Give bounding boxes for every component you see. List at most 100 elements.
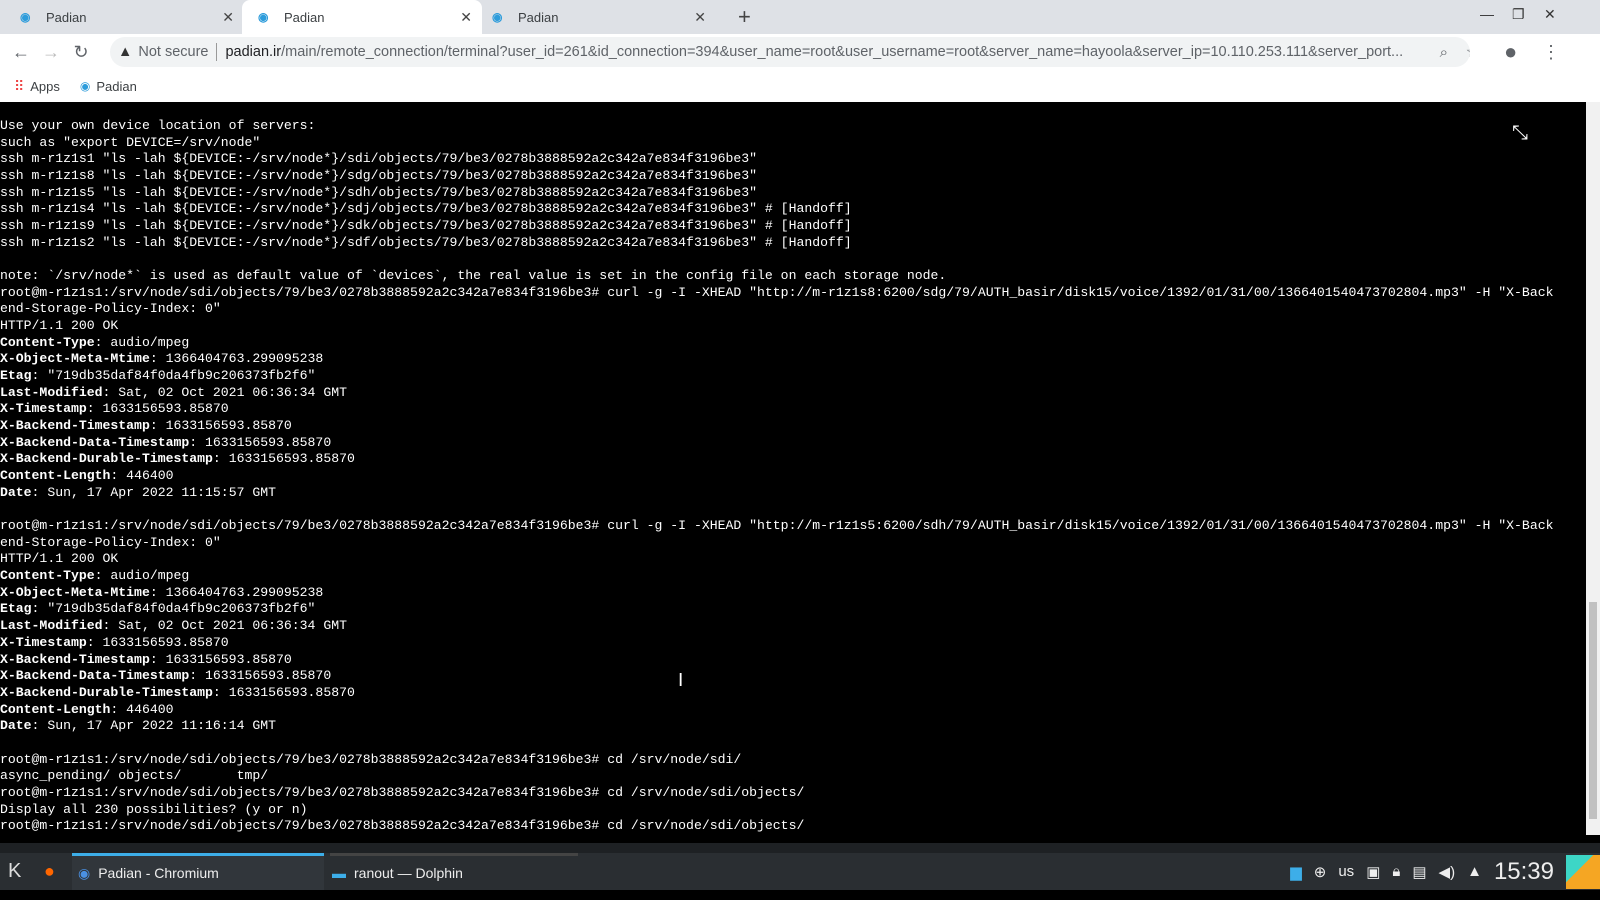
forward-button[interactable]: → — [36, 42, 66, 63]
taskbar-item-label: Padian - Chromium — [98, 865, 219, 881]
updates-icon[interactable]: ⊕ — [1314, 863, 1327, 881]
taskbar-item-label: ranout — Dolphin — [354, 865, 463, 881]
header-key: Content-Length — [0, 468, 111, 484]
terminal-line: X-Backend-Timestamp: 1633156593.85870 — [0, 418, 1553, 435]
terminal-text: ssh m-r1z1s5 "ls -lah ${DEVICE:-/srv/nod… — [0, 184, 758, 200]
firefox-icon[interactable]: ● — [44, 853, 55, 890]
terminal-text: HTTP/1.1 200 OK — [0, 551, 119, 567]
terminal-text: : 1633156593.85870 — [149, 651, 292, 667]
bookmark-apps[interactable]: Apps — [30, 79, 60, 94]
back-button[interactable]: ← — [6, 42, 36, 63]
terminal-text: Use your own device location of servers: — [0, 118, 316, 133]
clock[interactable]: 15:39 — [1494, 858, 1554, 886]
terminal-text: end-Storage-Policy-Index: 0" — [0, 301, 221, 317]
terminal-line: end-Storage-Policy-Index: 0" — [0, 535, 1553, 552]
terminal-text: : "719db35daf84f0da4fb9c206373fb2f6" — [31, 368, 316, 384]
terminal-line: root@m-r1z1s1:/srv/node/sdi/objects/79/b… — [0, 818, 1553, 835]
terminal-text: ssh m-r1z1s1 "ls -lah ${DEVICE:-/srv/nod… — [0, 151, 758, 167]
terminal-text: : 1633156593.85870 — [189, 434, 332, 450]
terminal-line: X-Object-Meta-Mtime: 1366404763.29909523… — [0, 351, 1553, 368]
terminal-text: : 1633156593.85870 — [212, 684, 355, 700]
header-key: Etag — [0, 368, 32, 384]
terminal-line: ssh m-r1z1s2 "ls -lah ${DEVICE:-/srv/nod… — [0, 235, 1553, 252]
header-key: X-Timestamp — [0, 401, 87, 417]
terminal-line: ssh m-r1z1s4 "ls -lah ${DEVICE:-/srv/nod… — [0, 201, 1553, 218]
menu-kebab-icon[interactable]: ⋮ — [1542, 42, 1560, 63]
header-key: Content-Type — [0, 568, 95, 584]
terminal[interactable]: Use your own device location of servers:… — [0, 102, 1586, 835]
close-window-button[interactable]: ✕ — [1544, 6, 1556, 23]
terminal-text: root@m-r1z1s1:/srv/node/sdi/objects/79/b… — [0, 784, 805, 800]
padian-favicon-icon: ◉ — [79, 79, 91, 93]
terminal-line: ssh m-r1z1s5 "ls -lah ${DEVICE:-/srv/nod… — [0, 185, 1553, 202]
terminal-text: : 1633156593.85870 — [212, 451, 355, 467]
show-desktop-button[interactable] — [1566, 854, 1600, 889]
minimize-window-button[interactable]: — — [1480, 6, 1494, 22]
terminal-text: : 1633156593.85870 — [86, 634, 229, 650]
terminal-line: X-Timestamp: 1633156593.85870 — [0, 635, 1553, 652]
padian-favicon-icon: ◉ — [20, 10, 31, 24]
scrollbar-thumb[interactable] — [1589, 602, 1597, 819]
header-key: Etag — [0, 601, 32, 617]
clipboard-icon[interactable]: ▤ — [1412, 863, 1426, 881]
terminal-scrollbar[interactable] — [1586, 102, 1600, 835]
tray-expand-icon[interactable]: ▲ — [1467, 863, 1482, 880]
address-bar[interactable]: ▲ Not secure padian.ir/main/remote_conne… — [110, 37, 1470, 67]
tab-padian-3[interactable]: ◉ Padian ✕ — [476, 0, 716, 34]
browser-toolbar: ← → ↻ ▲ Not secure padian.ir/main/remote… — [0, 34, 1600, 70]
zoom-icon[interactable]: ⌕ — [1440, 44, 1448, 61]
terminal-line: Content-Length: 446400 — [0, 468, 1553, 485]
terminal-text: : 1633156593.85870 — [86, 401, 229, 417]
close-tab-icon[interactable]: ✕ — [460, 9, 472, 26]
terminal-text: : 1633156593.85870 — [189, 668, 332, 684]
terminal-line: Last-Modified: Sat, 02 Oct 2021 06:36:34… — [0, 385, 1553, 402]
terminal-line: root@m-r1z1s1:/srv/node/sdi/objects/79/b… — [0, 752, 1553, 769]
terminal-line: end-Storage-Policy-Index: 0" — [0, 301, 1553, 318]
bookmark-star-icon[interactable]: ☆ — [1466, 42, 1470, 62]
terminal-line: Last-Modified: Sat, 02 Oct 2021 06:36:34… — [0, 618, 1553, 635]
new-tab-button[interactable]: + — [738, 4, 751, 30]
keyboard-layout[interactable]: us — [1338, 863, 1354, 880]
url-path: /main/remote_connection/terminal?user_id… — [281, 44, 1404, 60]
terminal-text: Display all 230 possibilities? (y or n) — [0, 801, 308, 817]
terminal-text: : 446400 — [110, 701, 174, 717]
tab-padian-2[interactable]: ◉ Padian ✕ — [242, 0, 482, 34]
header-key: X-Backend-Data-Timestamp — [0, 668, 190, 684]
profile-avatar-icon[interactable]: ● — [1504, 39, 1517, 65]
system-tray: ▆ ⊕ us ▣ 🔒︎ ▤ ◀) ▲ 15:39 — [1290, 853, 1600, 890]
lock-icon[interactable]: 🔒︎ — [1392, 863, 1400, 880]
notifications-icon[interactable]: ▆ — [1290, 863, 1302, 881]
close-tab-icon[interactable]: ✕ — [222, 9, 234, 26]
header-key: Last-Modified — [0, 618, 103, 634]
terminal-text: ssh m-r1z1s8 "ls -lah ${DEVICE:-/srv/nod… — [0, 168, 758, 184]
warning-icon: ▲ — [118, 44, 133, 60]
terminal-text: : 446400 — [110, 468, 174, 484]
taskbar-item-chromium[interactable]: ◉ Padian - Chromium — [72, 853, 324, 890]
reload-button[interactable]: ↻ — [66, 42, 96, 63]
taskbar-item-dolphin[interactable]: ▬ ranout — Dolphin — [330, 853, 578, 890]
exit-fullscreen-icon[interactable]: ⤡ — [1512, 122, 1528, 145]
bookmarks-bar: ⠿ Apps ◉ Padian — [0, 70, 1600, 102]
text-cursor-icon: I — [678, 670, 684, 691]
terminal-text: root@m-r1z1s1:/srv/node/sdi/objects/79/b… — [0, 751, 742, 767]
terminal-line: Content-Type: audio/mpeg — [0, 335, 1553, 352]
terminal-line: HTTP/1.1 200 OK — [0, 551, 1553, 568]
terminal-line: root@m-r1z1s1:/srv/node/sdi/objects/79/b… — [0, 785, 1553, 802]
bookmark-padian[interactable]: Padian — [96, 79, 136, 94]
network-icon[interactable]: ▣ — [1366, 863, 1380, 881]
header-key: X-Backend-Data-Timestamp — [0, 434, 190, 450]
terminal-line: Etag: "719db35daf84f0da4fb9c206373fb2f6" — [0, 368, 1553, 385]
volume-icon[interactable]: ◀) — [1439, 863, 1456, 881]
terminal-text: : 1366404763.299095238 — [149, 584, 324, 600]
terminal-line: HTTP/1.1 200 OK — [0, 318, 1553, 335]
taskbar: K ● ◉ Padian - Chromium ▬ ranout — Dolphin… — [0, 843, 1600, 890]
close-tab-icon[interactable]: ✕ — [694, 9, 706, 26]
tab-padian-1[interactable]: ◉ Padian ✕ — [4, 0, 244, 34]
terminal-text: such as "export DEVICE=/srv/node" — [0, 134, 261, 150]
terminal-line: Etag: "719db35daf84f0da4fb9c206373fb2f6" — [0, 601, 1553, 618]
restore-window-button[interactable]: ❐ — [1512, 6, 1525, 23]
kde-launcher-icon[interactable]: K — [8, 853, 21, 890]
security-indicator[interactable]: Not secure — [138, 44, 208, 60]
